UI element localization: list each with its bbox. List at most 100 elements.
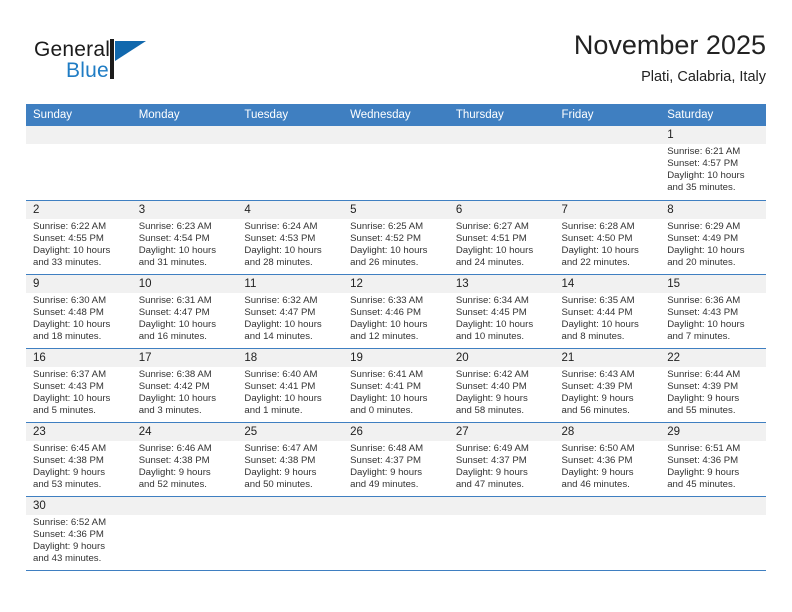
day-daylight-text: and 45 minutes. [667,478,736,490]
day-details: Sunrise: 6:50 AM Sunset: 4:36 PM Daylight:… [555,441,661,491]
day-sunrise-text: Sunrise: 6:46 AM [138,442,212,454]
day-sunset-text: Sunset: 4:42 PM [138,380,210,392]
day-sunset-text: Sunset: 4:36 PM [33,528,104,540]
day-details: Sunrise: 6:22 AM Sunset: 4:55 PM Daylight:… [26,219,132,269]
day-daylight-text: Daylight: 10 hours [350,392,428,404]
calendar-cell-empty [26,126,132,201]
calendar-day-cell[interactable]: 13 Sunrise: 6:34 AM Sunset: 4:45 PM Dayligh… [448,274,555,349]
calendar-day-cell[interactable]: 25 Sunrise: 6:47 AM Sunset: 4:38 PM Dayligh… [237,422,344,497]
calendar-day-cell[interactable]: 1 Sunrise: 6:21 AM Sunset: 4:57 PM Daylight… [660,126,766,201]
day-sunset-text: Sunset: 4:40 PM [455,380,527,392]
day-daylight-text: and 24 minutes. [455,256,525,268]
day-sunset-text: Sunset: 4:54 PM [138,232,210,244]
day-number: 6 [448,200,555,219]
day-sunrise-text: Sunrise: 6:45 AM [33,442,107,454]
day-number: 13 [448,274,555,293]
calendar-day-cell[interactable]: 10 Sunrise: 6:31 AM Sunset: 4:47 PM Dayligh… [131,274,238,349]
weekday-header-friday: Friday [554,104,661,126]
calendar-day-cell[interactable]: 9 Sunrise: 6:30 AM Sunset: 4:48 PM Daylight… [26,274,132,349]
calendar-day-cell[interactable]: 15 Sunrise: 6:36 AM Sunset: 4:43 PM Dayligh… [660,274,766,349]
day-daylight-text: and 55 minutes. [667,404,736,416]
day-sunrise-text: Sunrise: 6:36 AM [667,294,741,306]
page-title: November 2025 [573,30,766,60]
calendar-day-cell[interactable]: 19 Sunrise: 6:41 AM Sunset: 4:41 PM Dayligh… [343,348,449,423]
calendar-day-cell[interactable]: 21 Sunrise: 6:43 AM Sunset: 4:39 PM Dayligh… [554,348,661,423]
calendar-day-cell[interactable]: 29 Sunrise: 6:51 AM Sunset: 4:36 PM Dayligh… [660,422,766,497]
day-daylight-text: and 20 minutes. [667,256,736,268]
day-details: Sunrise: 6:27 AM Sunset: 4:51 PM Daylight:… [449,219,555,269]
calendar-cell-empty [131,496,238,571]
day-sunrise-text: Sunrise: 6:28 AM [561,220,635,232]
calendar-day-cell[interactable]: 16 Sunrise: 6:37 AM Sunset: 4:43 PM Dayligh… [26,348,132,423]
day-daylight-text: Daylight: 10 hours [561,244,639,256]
calendar-day-cell[interactable]: 20 Sunrise: 6:42 AM Sunset: 4:40 PM Dayligh… [448,348,555,423]
calendar-day-cell[interactable]: 7 Sunrise: 6:28 AM Sunset: 4:50 PM Daylight… [554,200,661,275]
day-number: 1 [660,126,766,144]
day-number: 23 [26,422,132,441]
day-daylight-text: and 35 minutes. [667,182,736,194]
day-daylight-text: Daylight: 10 hours [244,244,322,256]
calendar-day-cell[interactable]: 27 Sunrise: 6:49 AM Sunset: 4:37 PM Dayligh… [448,422,555,497]
calendar-day-cell[interactable]: 12 Sunrise: 6:33 AM Sunset: 4:46 PM Dayligh… [343,274,449,349]
calendar-cell-empty [131,126,238,201]
calendar-day-cell[interactable]: 6 Sunrise: 6:27 AM Sunset: 4:51 PM Daylight… [448,200,555,275]
day-sunset-text: Sunset: 4:38 PM [33,454,104,466]
day-sunset-text: Sunset: 4:47 PM [244,306,316,318]
day-sunrise-text: Sunrise: 6:49 AM [455,442,529,454]
calendar-day-cell[interactable]: 11 Sunrise: 6:32 AM Sunset: 4:47 PM Dayligh… [237,274,344,349]
day-daylight-text: Daylight: 9 hours [455,466,528,478]
day-daylight-text: and 16 minutes. [138,330,207,342]
day-sunset-text: Sunset: 4:38 PM [244,454,316,466]
day-sunset-text: Sunset: 4:45 PM [455,306,527,318]
calendar-day-cell[interactable]: 26 Sunrise: 6:48 AM Sunset: 4:37 PM Dayligh… [343,422,449,497]
calendar-week-row: 1 Sunrise: 6:21 AM Sunset: 4:57 PM Daylight… [26,126,766,201]
calendar-day-cell[interactable]: 30 Sunrise: 6:52 AM Sunset: 4:36 PM Dayligh… [26,496,132,571]
day-number: 16 [26,348,132,367]
day-daylight-text: and 12 minutes. [350,330,419,342]
calendar-day-cell[interactable]: 24 Sunrise: 6:46 AM Sunset: 4:38 PM Dayligh… [131,422,238,497]
calendar-body: 1 Sunrise: 6:21 AM Sunset: 4:57 PM Daylight… [26,126,766,571]
day-number: 17 [131,348,238,367]
calendar-day-cell[interactable]: 14 Sunrise: 6:35 AM Sunset: 4:44 PM Dayligh… [554,274,661,349]
day-sunrise-text: Sunrise: 6:44 AM [667,368,741,380]
calendar-day-cell[interactable]: 28 Sunrise: 6:50 AM Sunset: 4:36 PM Dayligh… [554,422,661,497]
day-sunrise-text: Sunrise: 6:43 AM [561,368,635,380]
day-details: Sunrise: 6:42 AM Sunset: 4:40 PM Daylight:… [449,367,555,417]
day-sunrise-text: Sunrise: 6:21 AM [667,146,741,157]
day-number: 24 [131,422,238,441]
day-details: Sunrise: 6:29 AM Sunset: 4:49 PM Daylight:… [660,219,766,269]
calendar-day-cell[interactable]: 18 Sunrise: 6:40 AM Sunset: 4:41 PM Dayligh… [237,348,344,423]
calendar-page: General Blue November 2025 Plati, Calabr… [0,0,792,612]
calendar-day-cell[interactable]: 22 Sunrise: 6:44 AM Sunset: 4:39 PM Dayligh… [660,348,766,423]
day-daylight-text: and 53 minutes. [33,478,102,490]
day-details: Sunrise: 6:24 AM Sunset: 4:53 PM Daylight:… [237,219,343,269]
day-details: Sunrise: 6:45 AM Sunset: 4:38 PM Daylight:… [26,441,132,491]
calendar-day-cell[interactable]: 3 Sunrise: 6:23 AM Sunset: 4:54 PM Daylight… [131,200,238,275]
day-daylight-text: Daylight: 9 hours [667,466,740,478]
calendar-day-cell[interactable]: 5 Sunrise: 6:25 AM Sunset: 4:52 PM Daylight… [343,200,449,275]
day-sunrise-text: Sunrise: 6:33 AM [350,294,424,306]
day-details: Sunrise: 6:30 AM Sunset: 4:48 PM Daylight:… [26,293,132,343]
day-sunrise-text: Sunrise: 6:37 AM [33,368,107,380]
calendar-day-cell[interactable]: 8 Sunrise: 6:29 AM Sunset: 4:49 PM Daylight… [660,200,766,275]
day-details: Sunrise: 6:47 AM Sunset: 4:38 PM Daylight:… [237,441,343,491]
day-details: Sunrise: 6:32 AM Sunset: 4:47 PM Daylight:… [237,293,343,343]
page-header: General Blue November 2025 Plati, Calabr… [26,28,766,98]
day-daylight-text: Daylight: 9 hours [33,466,105,478]
weekday-header-row: Sunday Monday Tuesday Wednesday Thursday… [26,104,766,126]
day-details: Sunrise: 6:35 AM Sunset: 4:44 PM Daylight:… [555,293,661,343]
calendar-day-cell[interactable]: 4 Sunrise: 6:24 AM Sunset: 4:53 PM Daylight… [237,200,344,275]
day-daylight-text: Daylight: 10 hours [244,318,322,330]
day-number: 4 [237,200,344,219]
day-daylight-text: Daylight: 10 hours [33,244,111,256]
calendar-week-row: 9 Sunrise: 6:30 AM Sunset: 4:48 PM Daylight… [26,274,766,349]
day-number: 14 [554,274,661,293]
calendar-day-cell[interactable]: 23 Sunrise: 6:45 AM Sunset: 4:38 PM Dayligh… [26,422,132,497]
calendar-day-cell[interactable]: 2 Sunrise: 6:22 AM Sunset: 4:55 PM Daylight… [26,200,132,275]
day-daylight-text: and 8 minutes. [561,330,625,342]
brand-logo[interactable]: General Blue [34,38,224,94]
day-sunrise-text: Sunrise: 6:52 AM [33,516,107,528]
calendar-day-cell[interactable]: 17 Sunrise: 6:38 AM Sunset: 4:42 PM Dayligh… [131,348,238,423]
day-daylight-text: Daylight: 10 hours [138,244,217,256]
day-sunset-text: Sunset: 4:53 PM [244,232,316,244]
